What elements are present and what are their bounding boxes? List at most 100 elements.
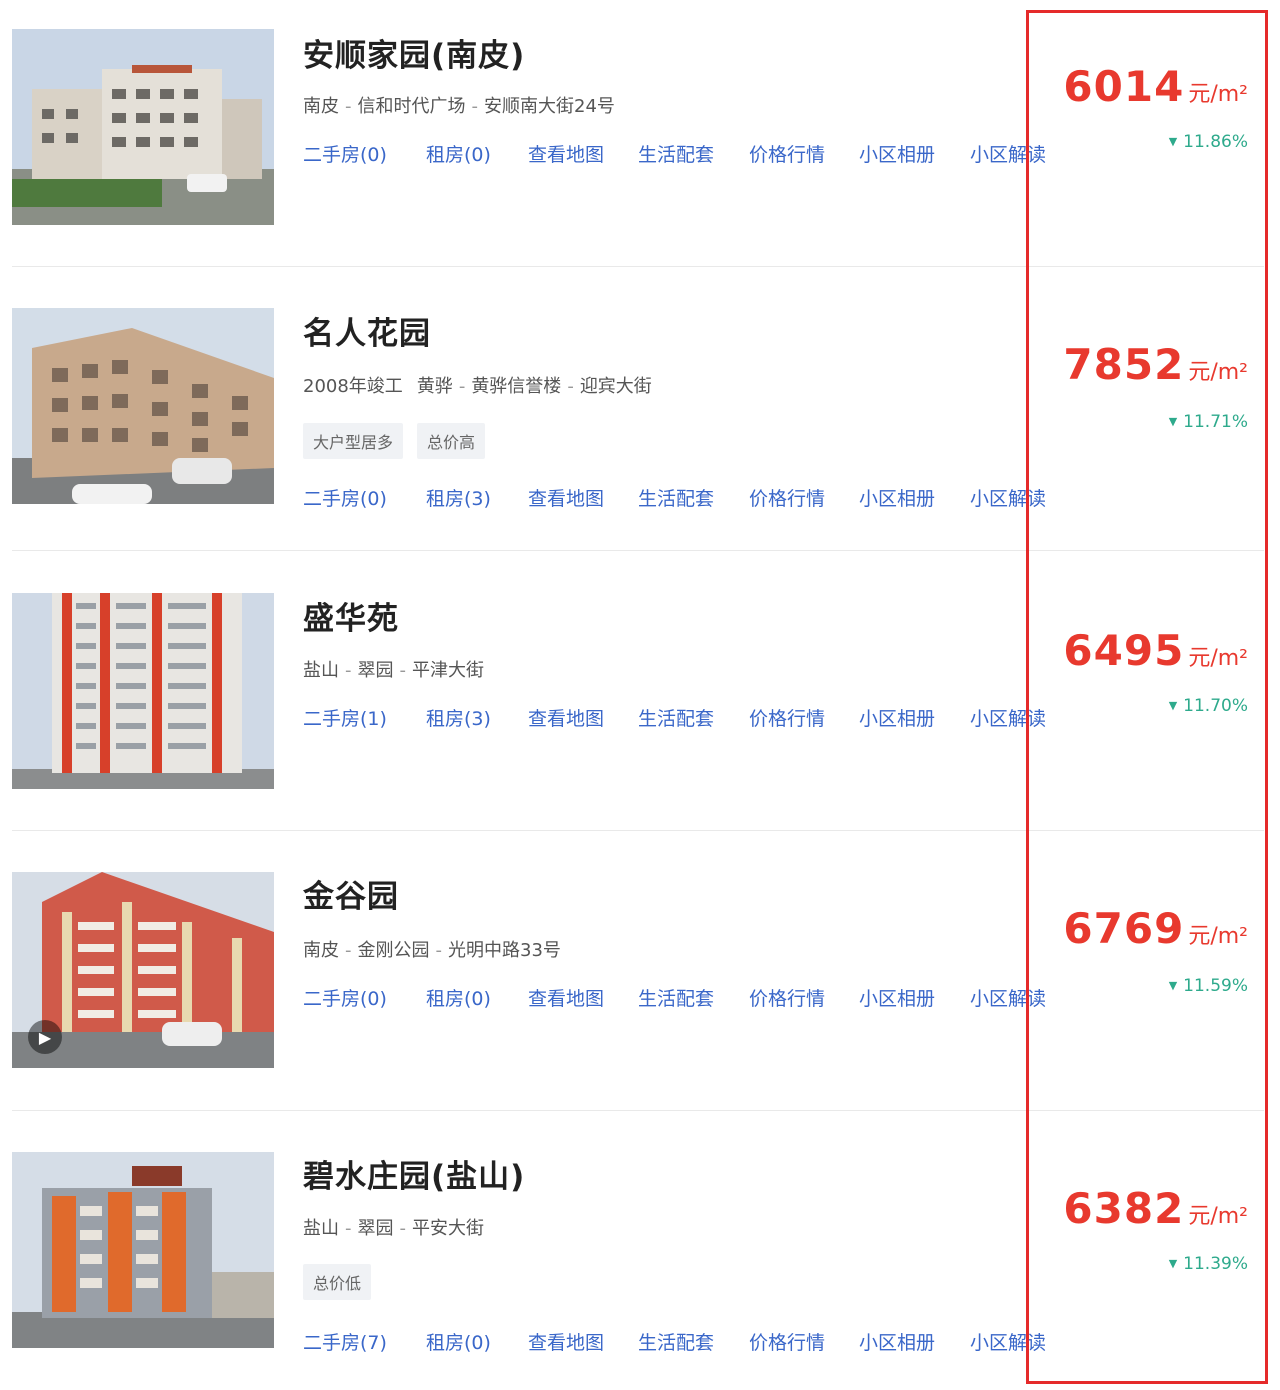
business-area[interactable]: 信和时代广场 — [358, 96, 466, 117]
price-change: ▼ 11.86% — [1169, 132, 1248, 152]
change-value: 11.39% — [1183, 1254, 1248, 1274]
address: 安顺南大街24号 — [484, 96, 615, 117]
link-rent[interactable]: 租房(0) — [426, 1328, 491, 1355]
divider — [12, 266, 1264, 267]
price-value: 6495 — [1063, 626, 1185, 675]
link-price-trend[interactable]: 价格行情 — [749, 984, 825, 1011]
price-block: 6014 元/m² — [1063, 62, 1248, 111]
price-unit: 元/m² — [1188, 924, 1248, 949]
link-secondhand[interactable]: 二手房(0) — [303, 984, 387, 1011]
address: 迎宾大街 — [579, 376, 652, 397]
community-photo[interactable] — [12, 593, 274, 789]
link-rent[interactable]: 租房(0) — [426, 984, 491, 1011]
district[interactable]: 南皮 — [303, 940, 339, 961]
play-icon[interactable]: ▶ — [28, 1020, 62, 1054]
link-album[interactable]: 小区相册 — [859, 984, 935, 1011]
link-secondhand[interactable]: 二手房(0) — [303, 140, 387, 167]
community-photo[interactable] — [12, 308, 274, 504]
community-location: 2008年竣工 黄骅 - 黄骅信誉楼 - 迎宾大街 — [303, 376, 652, 397]
link-price-trend[interactable]: 价格行情 — [749, 484, 825, 511]
link-price-trend[interactable]: 价格行情 — [749, 140, 825, 167]
price-unit: 元/m² — [1188, 360, 1248, 385]
address: 光明中路33号 — [448, 940, 561, 961]
link-amenities[interactable]: 生活配套 — [638, 1328, 714, 1355]
community-location: 盐山 - 翠园 - 平安大街 — [303, 1218, 484, 1239]
link-rent[interactable]: 租房(0) — [426, 140, 491, 167]
link-secondhand[interactable]: 二手房(7) — [303, 1328, 387, 1355]
community-photo[interactable]: ▶ — [12, 872, 274, 1068]
link-rent[interactable]: 租房(3) — [426, 704, 491, 731]
tag: 总价低 — [303, 1264, 372, 1300]
link-album[interactable]: 小区相册 — [859, 1328, 935, 1355]
link-album[interactable]: 小区相册 — [859, 484, 935, 511]
community-photo[interactable] — [12, 1152, 274, 1348]
link-map[interactable]: 查看地图 — [528, 704, 604, 731]
link-map[interactable]: 查看地图 — [528, 1328, 604, 1355]
link-rent[interactable]: 租房(3) — [426, 484, 491, 511]
link-price-trend[interactable]: 价格行情 — [749, 704, 825, 731]
price-unit: 元/m² — [1188, 82, 1248, 107]
link-map[interactable]: 查看地图 — [528, 984, 604, 1011]
link-price-trend[interactable]: 价格行情 — [749, 1328, 825, 1355]
link-amenities[interactable]: 生活配套 — [638, 140, 714, 167]
community-photo[interactable] — [12, 29, 274, 225]
price-value: 7852 — [1063, 340, 1185, 389]
community-name[interactable]: 碧水庄园(盐山) — [303, 1151, 525, 1196]
district[interactable]: 南皮 — [303, 96, 339, 117]
price-change: ▼ 11.39% — [1169, 1254, 1248, 1274]
triangle-down-icon: ▼ — [1168, 979, 1178, 992]
link-map[interactable]: 查看地图 — [528, 140, 604, 167]
price-change: ▼ 11.59% — [1169, 976, 1248, 996]
link-amenities[interactable]: 生活配套 — [638, 484, 714, 511]
link-map[interactable]: 查看地图 — [528, 484, 604, 511]
tag: 总价高 — [417, 423, 486, 459]
divider — [12, 1110, 1264, 1111]
link-amenities[interactable]: 生活配套 — [638, 984, 714, 1011]
triangle-down-icon: ▼ — [1168, 415, 1178, 428]
triangle-down-icon: ▼ — [1168, 135, 1178, 148]
building-photo-icon — [12, 1152, 274, 1348]
business-area[interactable]: 翠园 — [358, 1218, 394, 1239]
change-value: 11.71% — [1183, 412, 1248, 432]
district[interactable]: 黄骅 — [417, 376, 453, 397]
community-location: 南皮 - 金刚公园 - 光明中路33号 — [303, 940, 561, 961]
price-value: 6769 — [1063, 904, 1185, 953]
tag-list: 总价低 — [303, 1264, 372, 1300]
district[interactable]: 盐山 — [303, 1218, 339, 1239]
price-block: 7852 元/m² — [1063, 340, 1248, 389]
link-analysis[interactable]: 小区解读 — [970, 704, 1046, 731]
business-area[interactable]: 翠园 — [358, 660, 394, 681]
link-analysis[interactable]: 小区解读 — [970, 1328, 1046, 1355]
district[interactable]: 盐山 — [303, 660, 339, 681]
price-value: 6382 — [1063, 1184, 1185, 1233]
building-photo-icon — [12, 593, 274, 789]
link-secondhand[interactable]: 二手房(0) — [303, 484, 387, 511]
business-area[interactable]: 金刚公园 — [358, 940, 430, 961]
community-name[interactable]: 名人花园 — [303, 308, 431, 353]
community-name[interactable]: 金谷园 — [303, 871, 399, 916]
address: 平安大街 — [412, 1218, 484, 1239]
triangle-down-icon: ▼ — [1168, 699, 1178, 712]
link-analysis[interactable]: 小区解读 — [970, 484, 1046, 511]
building-photo-icon — [12, 29, 274, 225]
price-block: 6495 元/m² — [1063, 626, 1248, 675]
link-album[interactable]: 小区相册 — [859, 704, 935, 731]
change-value: 11.70% — [1183, 696, 1248, 716]
price-unit: 元/m² — [1188, 1204, 1248, 1229]
price-change: ▼ 11.70% — [1169, 696, 1248, 716]
link-amenities[interactable]: 生活配套 — [638, 704, 714, 731]
link-analysis[interactable]: 小区解读 — [970, 140, 1046, 167]
address: 平津大街 — [412, 660, 484, 681]
price-block: 6769 元/m² — [1063, 904, 1248, 953]
community-name[interactable]: 盛华苑 — [303, 593, 399, 638]
business-area[interactable]: 黄骅信誉楼 — [471, 376, 561, 397]
price-value: 6014 — [1063, 62, 1185, 111]
change-value: 11.86% — [1183, 132, 1248, 152]
link-secondhand[interactable]: 二手房(1) — [303, 704, 387, 731]
change-value: 11.59% — [1183, 976, 1248, 996]
link-analysis[interactable]: 小区解读 — [970, 984, 1046, 1011]
community-name[interactable]: 安顺家园(南皮) — [303, 30, 525, 75]
build-year: 2008年竣工 — [303, 376, 403, 397]
link-album[interactable]: 小区相册 — [859, 140, 935, 167]
divider — [12, 550, 1264, 551]
